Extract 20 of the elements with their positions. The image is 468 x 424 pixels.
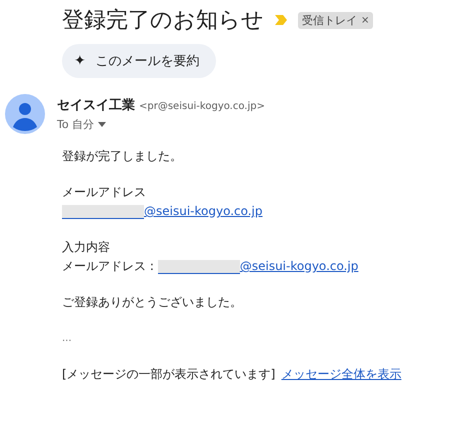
sender-email: <pr@seisui-kogyo.co.jp> [139,101,265,112]
recipient-text: To 自分 [57,117,94,132]
body-text: 入力内容 [62,239,110,256]
body-text: 登録が完了しました。 [62,148,182,165]
view-full-message-link[interactable]: メッセージ全体を表示 [281,366,402,383]
email-subject: 登録完了のお知らせ [62,7,264,35]
email-link[interactable]: @seisui-kogyo.co.jp [144,203,263,220]
field-label: メールアドレス : [62,258,154,275]
summarize-button[interactable]: ✦ このメールを要約 [62,44,216,78]
sender-name: セイスイ工業 [57,97,135,114]
body-text: ご登録ありがとうございました。 [62,294,242,311]
email-link[interactable]: @seisui-kogyo.co.jp [240,258,358,275]
trimmed-content-ellipsis[interactable]: ... [62,330,72,347]
importance-marker-icon[interactable] [274,14,288,26]
caret-icon[interactable] [98,122,106,127]
clipped-notice: [メッセージの一部が表示されています] [62,366,276,383]
body-text: メールアドレス [62,184,146,201]
avatar-icon [5,94,45,134]
close-icon[interactable]: × [361,14,370,26]
label-text: 受信トレイ [302,12,357,28]
